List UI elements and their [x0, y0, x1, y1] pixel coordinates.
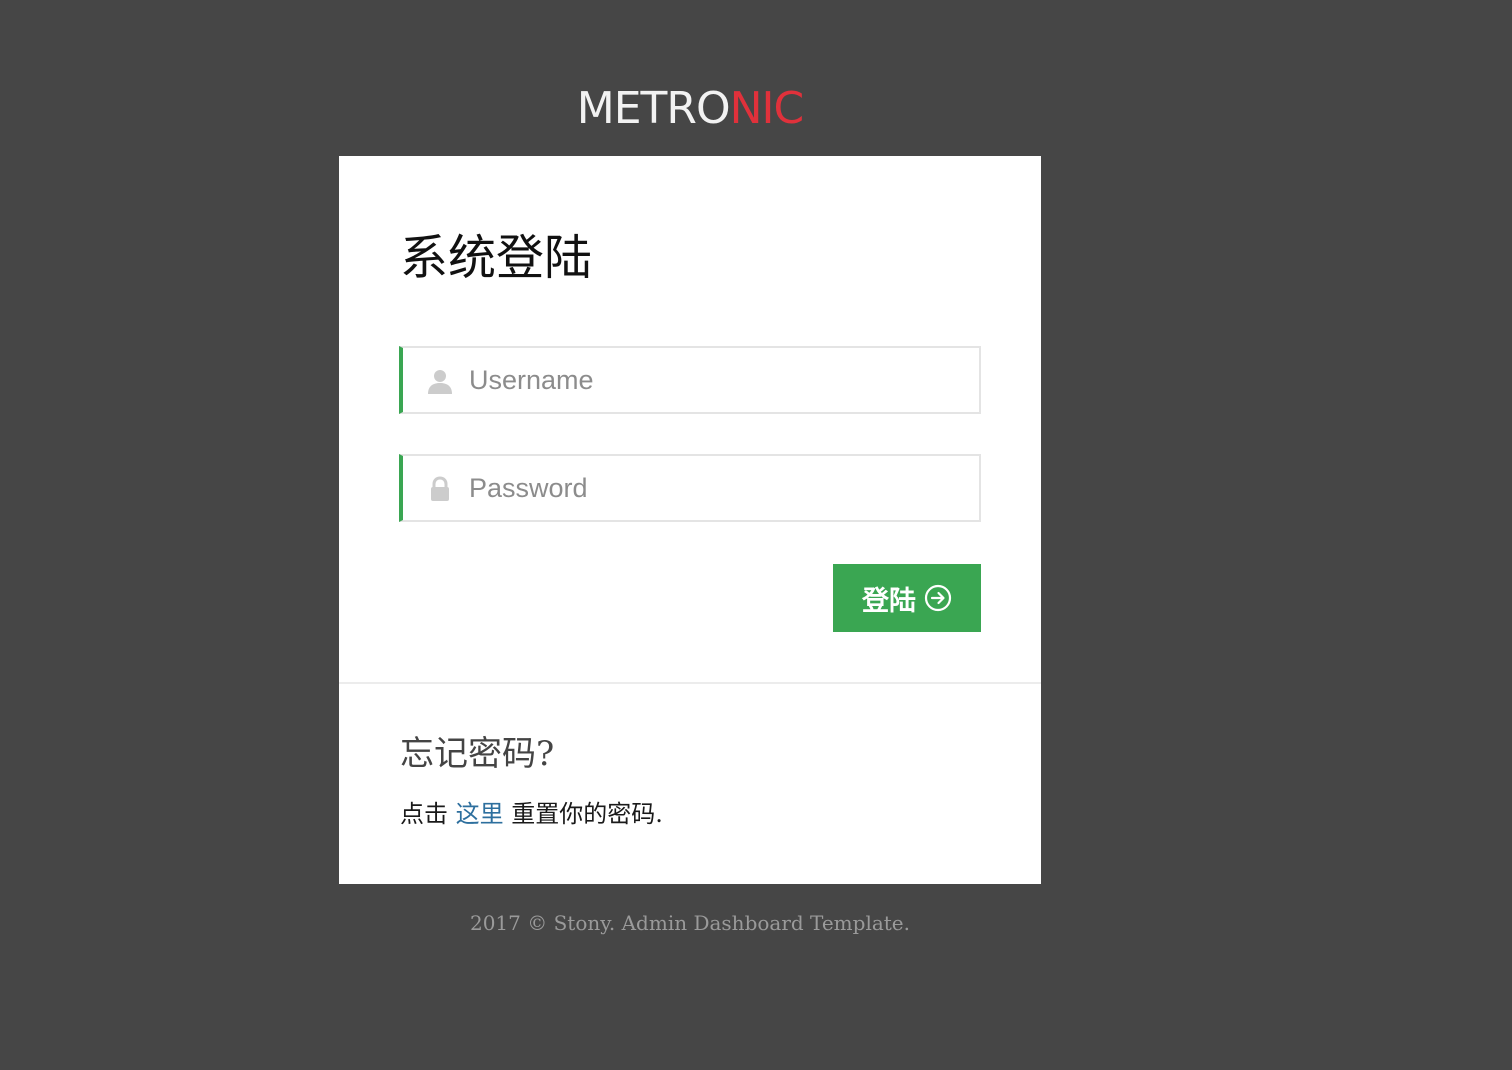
- forgot-text-after: 重置你的密码.: [511, 800, 663, 828]
- page-title: 系统登陆: [400, 230, 593, 286]
- lock-icon: [431, 476, 449, 501]
- forgot-password-title: 忘记密码?: [400, 734, 555, 774]
- password-input[interactable]: [469, 464, 949, 512]
- username-input[interactable]: [469, 356, 949, 404]
- logo: METRONIC: [0, 84, 1380, 134]
- footer-copyright: 2017 © Stony. Admin Dashboard Template.: [469, 911, 910, 935]
- login-button[interactable]: 登陆: [833, 564, 981, 632]
- password-field[interactable]: [399, 454, 981, 522]
- forgot-password-text: 点击 这里 重置你的密码.: [400, 796, 663, 832]
- username-field[interactable]: [399, 346, 981, 414]
- login-card: 系统登陆 登陆 忘记密码? 点击 这里 重置你的密码.: [339, 156, 1041, 884]
- reset-password-link[interactable]: 这里: [456, 800, 504, 828]
- divider: [339, 682, 1041, 684]
- user-icon: [428, 370, 452, 394]
- forgot-text-before: 点击: [400, 800, 448, 828]
- arrow-right-circle-icon: [924, 584, 952, 612]
- logo-text-metro: METRO: [576, 83, 731, 134]
- login-button-label: 登陆: [862, 585, 916, 617]
- logo-text-nic: NIC: [729, 83, 805, 134]
